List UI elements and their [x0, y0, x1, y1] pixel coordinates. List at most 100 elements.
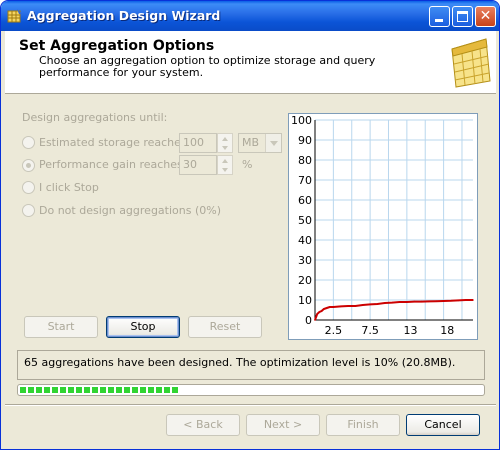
finish-button[interactable]: Finish [326, 414, 400, 436]
progress-block [108, 387, 114, 393]
series-point [442, 300, 445, 302]
series-point [428, 300, 430, 303]
do-not-design-radio[interactable] [22, 204, 35, 217]
y-tick-label: 80 [298, 154, 312, 167]
progress-fill [20, 387, 182, 393]
reset-button[interactable]: Reset [188, 316, 262, 338]
progress-block [124, 387, 130, 393]
stop-button[interactable]: Stop [106, 316, 180, 338]
wizard-content: Design aggregations until: Estimated sto… [5, 95, 496, 447]
click-stop-label: I click Stop [39, 181, 99, 194]
footer-divider [5, 404, 496, 406]
performance-gain-label: Performance gain reaches [39, 158, 183, 171]
x-tick-label: 18 [440, 324, 454, 337]
progress-block [100, 387, 106, 393]
status-message: 65 aggregations have been designed. The … [24, 356, 456, 369]
progress-block [172, 387, 178, 393]
performance-gain-radio[interactable] [22, 159, 35, 172]
close-button[interactable]: ✕ [475, 6, 496, 27]
series-point [354, 305, 357, 307]
y-tick-label: 10 [298, 294, 312, 307]
y-tick-label: 60 [298, 194, 312, 207]
series-point [318, 311, 321, 313]
series-point [435, 300, 438, 302]
progress-block [52, 387, 58, 393]
series-point [347, 305, 349, 307]
series-point [376, 303, 379, 305]
series-point [328, 306, 331, 308]
do-not-design-label: Do not design aggregations (0%) [39, 204, 222, 217]
maximize-button[interactable] [452, 6, 473, 27]
series-point [361, 304, 364, 306]
x-tick-label: 13 [404, 324, 418, 337]
series-point [450, 300, 452, 302]
spin-up-icon [222, 137, 228, 141]
x-tick-label: 7.5 [361, 324, 379, 337]
estimated-storage-radio[interactable] [22, 136, 35, 149]
page-title: Set Aggregation Options [19, 38, 215, 54]
series-point [420, 300, 423, 303]
performance-gain-unit: % [242, 158, 253, 171]
progress-block [92, 387, 98, 393]
spreadsheet-icon [451, 38, 491, 88]
series-point [472, 299, 474, 301]
wizard-window: Aggregation Design Wizard ✕ Set Aggregat… [0, 0, 500, 450]
minimize-icon [435, 19, 443, 22]
y-tick-label: 0 [305, 314, 312, 327]
y-tick-label: 90 [298, 134, 312, 147]
minimize-button[interactable] [429, 6, 450, 27]
start-button[interactable]: Start [24, 316, 98, 338]
progress-block [164, 387, 170, 393]
y-tick-label: 70 [298, 174, 312, 187]
cancel-button[interactable]: Cancel [406, 414, 480, 436]
series-point [369, 303, 371, 306]
series-point [398, 301, 401, 303]
progress-block [68, 387, 74, 393]
progress-block [132, 387, 138, 393]
series-point [406, 301, 408, 303]
wizard-app-icon [7, 9, 22, 23]
optimization-chart-frame: 0 10 20 30 40 50 60 70 80 90 100 2.5 7.5 13 18 [288, 113, 478, 340]
series-point [339, 305, 342, 308]
storage-unit-select[interactable]: MB [238, 133, 282, 153]
progress-block [84, 387, 90, 393]
series-point [464, 299, 467, 301]
performance-gain-spinner[interactable] [217, 155, 233, 175]
series-line [314, 299, 473, 321]
back-button[interactable]: < Back [166, 414, 240, 436]
close-icon: ✕ [479, 8, 492, 24]
progress-block [140, 387, 146, 393]
series-point [325, 307, 328, 309]
series-point [391, 301, 393, 304]
wizard-header: Set Aggregation Options Choose an aggreg… [5, 31, 496, 94]
title-bar[interactable]: Aggregation Design Wizard ✕ [1, 1, 499, 31]
progress-block [156, 387, 162, 393]
estimated-storage-label: Estimated storage reaches [39, 136, 187, 149]
click-stop-radio[interactable] [22, 181, 35, 194]
spin-down-icon [222, 146, 228, 150]
storage-unit-value: MB [242, 136, 260, 149]
series-point [320, 310, 323, 312]
progress-block [36, 387, 42, 393]
next-button[interactable]: Next > [246, 414, 320, 436]
y-tick-label: 40 [298, 234, 312, 247]
series-point [323, 308, 325, 310]
series-point [413, 300, 416, 303]
estimated-storage-input[interactable]: 100 [179, 133, 217, 153]
performance-gain-input[interactable]: 30 [179, 155, 217, 175]
progress-bar [17, 384, 485, 396]
series-point [457, 299, 460, 302]
series-point [332, 306, 335, 308]
progress-block [20, 387, 26, 393]
progress-block [148, 387, 154, 393]
estimated-storage-spinner[interactable] [217, 133, 233, 153]
progress-block [28, 387, 34, 393]
y-tick-label: 20 [298, 274, 312, 287]
y-tick-label: 30 [298, 254, 312, 267]
progress-block [44, 387, 50, 393]
y-tick-label: 50 [298, 214, 312, 227]
series-point [316, 313, 319, 315]
series-point [384, 302, 386, 304]
chevron-down-icon [265, 134, 281, 152]
y-tick-label: 100 [291, 114, 312, 127]
